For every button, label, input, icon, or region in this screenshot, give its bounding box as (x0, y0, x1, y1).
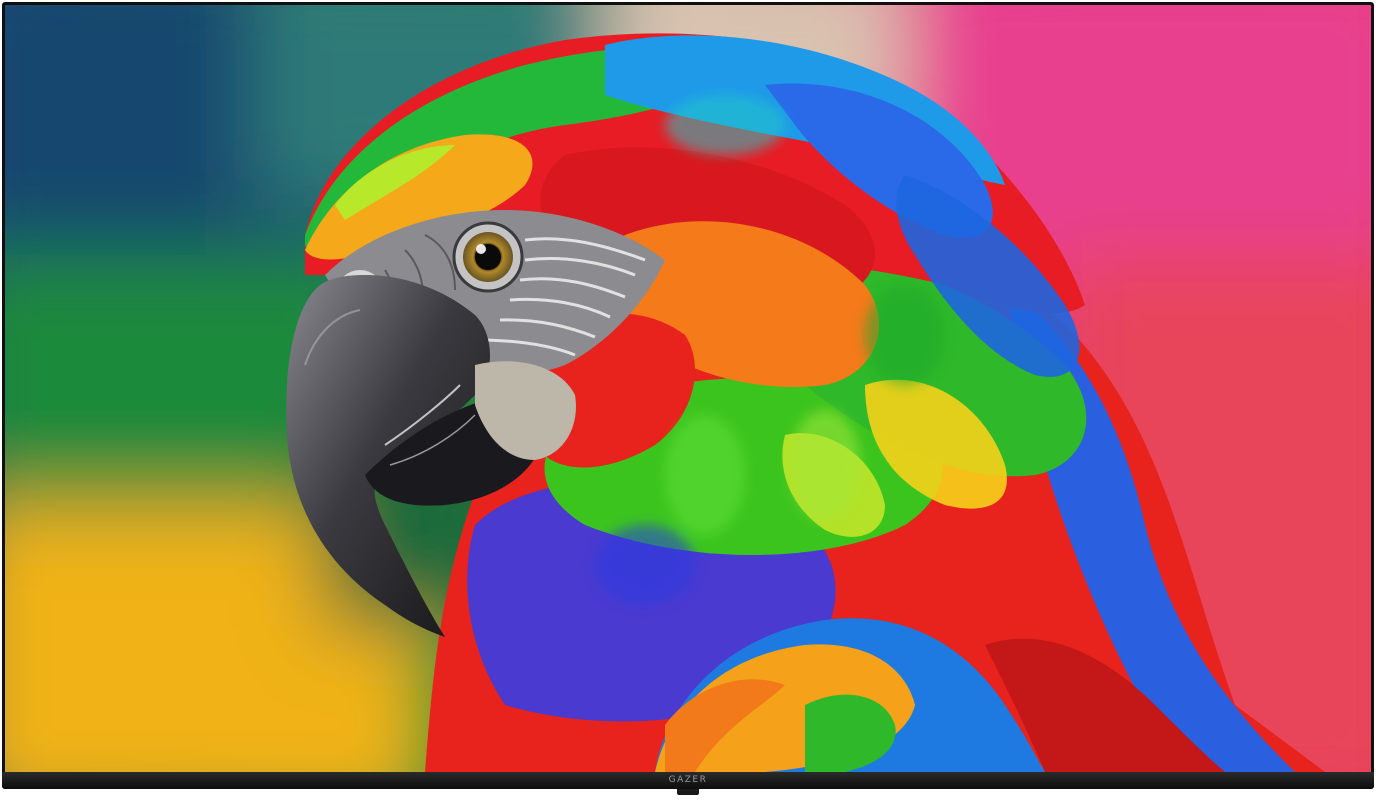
parrot-image (5, 5, 1371, 772)
tv-screen (5, 5, 1371, 772)
parrot-eye (452, 221, 524, 293)
ir-sensor (677, 789, 699, 795)
television: GAZER (0, 0, 1376, 801)
brand-logo: GAZER (668, 775, 708, 785)
tv-bottom-bezel: GAZER (2, 772, 1374, 789)
